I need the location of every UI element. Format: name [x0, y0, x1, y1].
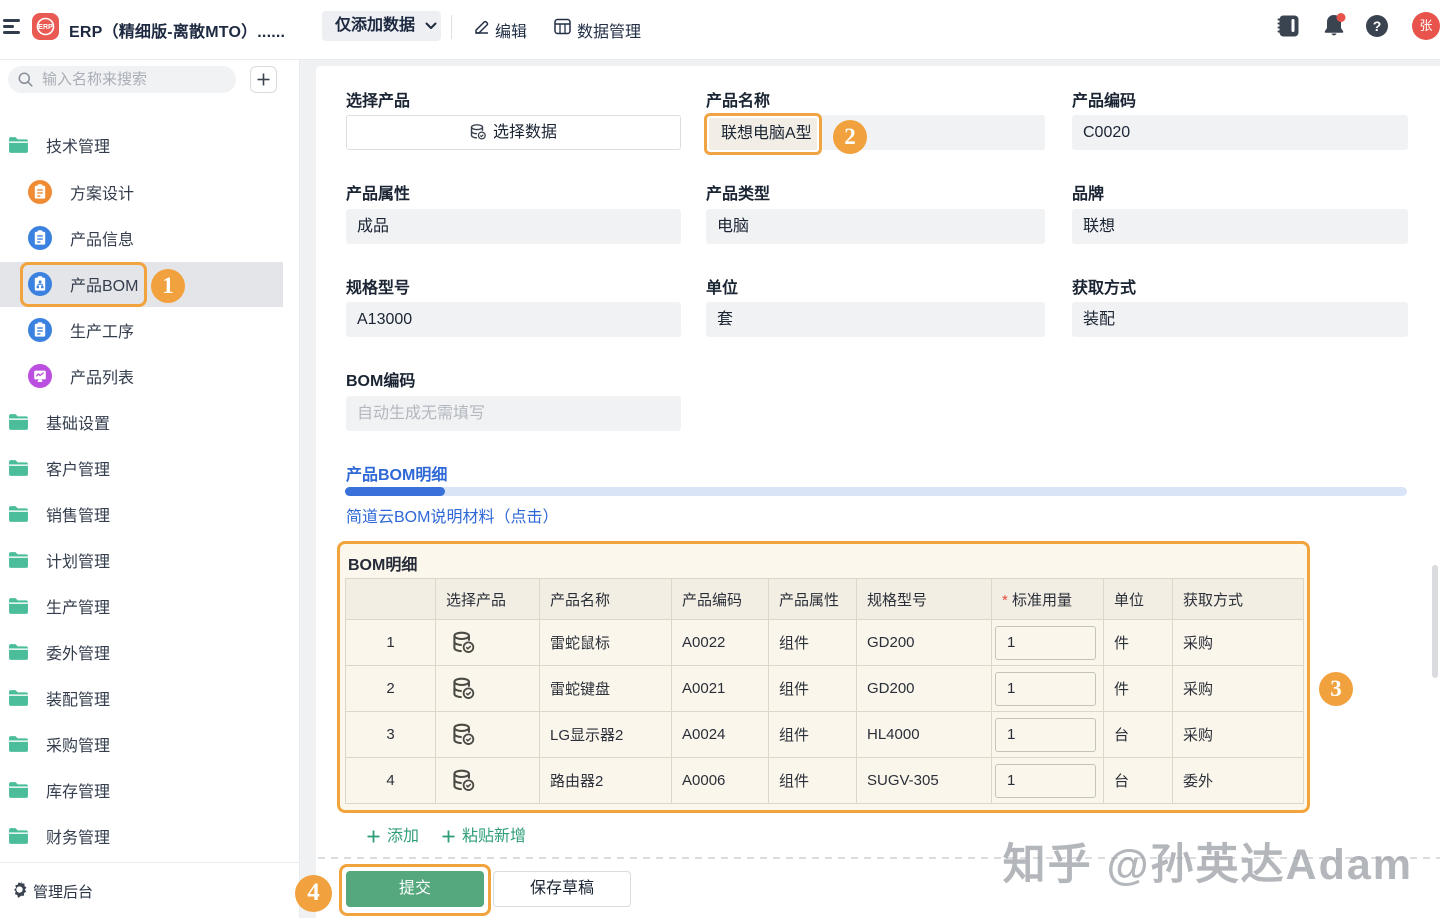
svg-text:ERP: ERP — [38, 24, 53, 31]
